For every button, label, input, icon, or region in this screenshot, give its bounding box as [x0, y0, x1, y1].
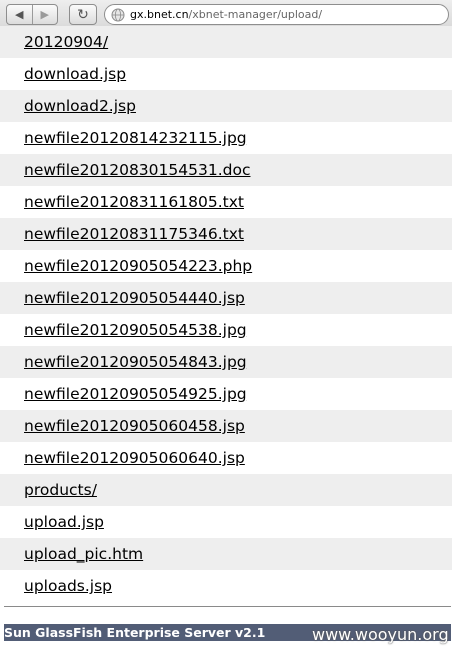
file-link[interactable]: newfile20120905054925.jpg	[24, 385, 247, 403]
list-item: newfile20120814232115.jpg	[0, 122, 452, 154]
file-link[interactable]: newfile20120905054440.jsp	[24, 289, 245, 307]
list-item: newfile20120831175346.txt	[0, 218, 452, 250]
file-link[interactable]: newfile20120814232115.jpg	[24, 129, 247, 147]
back-button[interactable]: ◀	[7, 5, 33, 24]
list-item: newfile20120831161805.txt	[0, 186, 452, 218]
file-link[interactable]: upload_pic.htm	[24, 545, 143, 563]
file-link[interactable]: newfile20120905054843.jpg	[24, 353, 247, 371]
list-item: products/	[0, 474, 452, 506]
list-item: download.jsp	[0, 58, 452, 90]
list-item: newfile20120905060458.jsp	[0, 410, 452, 442]
list-item: newfile20120905054538.jpg	[0, 314, 452, 346]
file-link[interactable]: uploads.jsp	[24, 577, 112, 595]
file-link[interactable]: newfile20120905060640.jsp	[24, 449, 245, 467]
reload-button[interactable]: ↻	[69, 4, 97, 25]
directory-listing: 20120904/download.jsp download2.jsp newfil…	[0, 26, 452, 602]
file-link[interactable]: download.jsp	[24, 65, 126, 83]
list-item: upload_pic.htm	[0, 538, 452, 570]
list-item: newfile20120905054223.php	[0, 250, 452, 282]
file-link[interactable]: newfile20120831161805.txt	[24, 193, 244, 211]
folder-link[interactable]: 20120904/	[24, 33, 108, 51]
list-item: newfile20120905054440.jsp	[0, 282, 452, 314]
file-link[interactable]: upload.jsp	[24, 513, 104, 531]
file-link[interactable]: newfile20120905060458.jsp	[24, 417, 245, 435]
globe-icon	[111, 8, 125, 21]
url-text: gx.bnet.cn/xbnet-manager/upload/	[130, 8, 322, 21]
file-link[interactable]: newfile20120830154531.doc	[24, 161, 250, 179]
file-link[interactable]: newfile20120831175346.txt	[24, 225, 244, 243]
list-item: 20120904/	[0, 26, 452, 58]
list-item: newfile20120905054925.jpg	[0, 378, 452, 410]
file-link[interactable]: newfile20120905054538.jpg	[24, 321, 247, 339]
url-host: gx.bnet.cn	[130, 8, 189, 21]
url-path: /xbnet-manager/upload/	[188, 8, 323, 21]
list-item: upload.jsp	[0, 506, 452, 538]
file-link[interactable]: newfile20120905054223.php	[24, 257, 252, 275]
folder-link[interactable]: products/	[24, 481, 97, 499]
back-arrow-icon: ◀	[15, 8, 24, 21]
footer-divider	[4, 606, 451, 607]
address-bar[interactable]: gx.bnet.cn/xbnet-manager/upload/	[104, 4, 449, 25]
forward-button[interactable]: ▶	[33, 5, 58, 24]
file-link[interactable]: download2.jsp	[24, 97, 136, 115]
watermark: www.wooyun.org	[312, 625, 449, 644]
forward-arrow-icon: ▶	[40, 8, 49, 21]
list-item: newfile20120905060640.jsp	[0, 442, 452, 474]
nav-button-group: ◀ ▶	[6, 4, 58, 25]
reload-icon: ↻	[77, 6, 89, 23]
list-item: newfile20120830154531.doc	[0, 154, 452, 186]
list-item: download2.jsp	[0, 90, 452, 122]
list-item: newfile20120905054843.jpg	[0, 346, 452, 378]
list-item: uploads.jsp	[0, 570, 452, 602]
